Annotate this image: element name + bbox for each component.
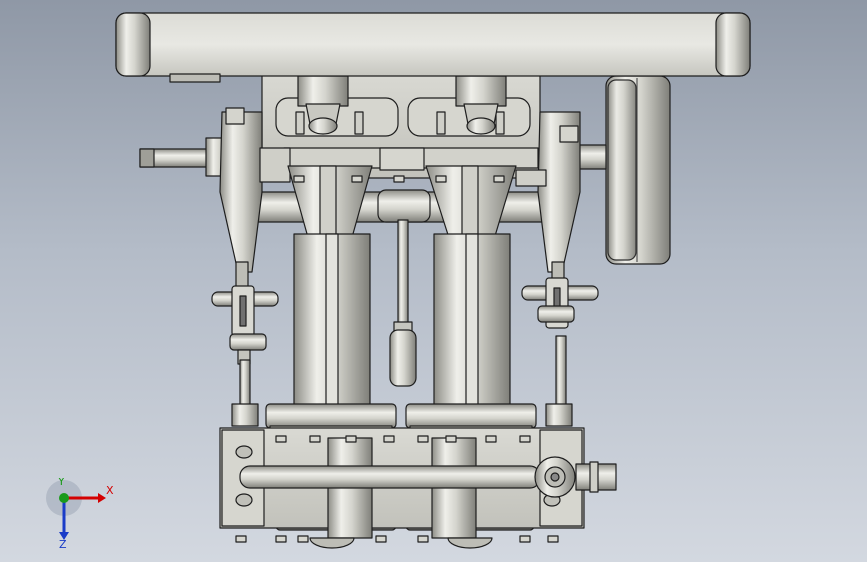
piston-rod-right[interactable] xyxy=(545,335,573,427)
x-axis-arrowhead-icon xyxy=(98,493,106,503)
z-axis-label: Z xyxy=(59,538,67,548)
x-axis-label: X xyxy=(106,484,114,497)
piston-rod-left[interactable] xyxy=(231,359,259,427)
lubricator[interactable] xyxy=(377,147,431,387)
top-plate[interactable] xyxy=(115,12,751,83)
flywheel[interactable] xyxy=(605,75,671,265)
y-axis-dot-icon xyxy=(59,493,69,503)
engine-model[interactable] xyxy=(0,0,867,562)
cylinder-left[interactable] xyxy=(293,233,371,411)
cad-viewport[interactable]: X Y Z xyxy=(0,0,867,562)
y-axis-label: Y xyxy=(57,478,65,488)
cylinder-right[interactable] xyxy=(433,233,511,411)
coordinate-triad[interactable]: X Y Z xyxy=(44,478,114,548)
